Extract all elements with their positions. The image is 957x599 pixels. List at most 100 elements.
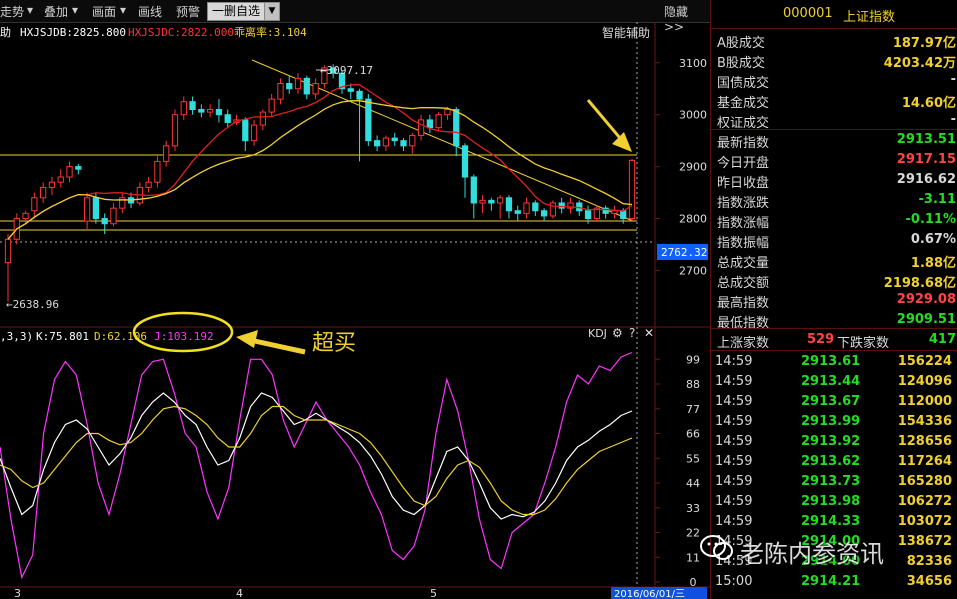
menu-trend[interactable]: 走势 bbox=[0, 3, 24, 20]
candle-body bbox=[312, 83, 319, 95]
tick-price: 2913.67 bbox=[801, 394, 861, 409]
stat-label: 指数振幅 bbox=[717, 236, 770, 251]
stat-label: 昨日收盘 bbox=[717, 176, 770, 191]
gear-icon[interactable]: ⚙ bbox=[612, 326, 623, 340]
stock-chart[interactable]: 助 HXJSJDB:2825.800 HXJSJDC:2822.000 乖离率:… bbox=[0, 22, 710, 599]
chevron-down-icon[interactable]: ▾ bbox=[72, 3, 78, 17]
tick-volume: 165280 bbox=[897, 474, 952, 489]
stat-label: 最新指数 bbox=[717, 136, 770, 151]
tick-row: 14:59 2913.44 124096 bbox=[711, 372, 957, 392]
stat-value: - bbox=[950, 112, 956, 127]
candle-body bbox=[479, 199, 486, 204]
ma-label-prefix: 助 bbox=[0, 25, 11, 39]
close-icon[interactable]: ✕ bbox=[644, 326, 654, 340]
menu-alert[interactable]: 预警 bbox=[176, 3, 200, 20]
arrow-annotation-price bbox=[586, 99, 632, 152]
candle-body bbox=[628, 159, 636, 220]
x-label-3: 3 bbox=[14, 587, 21, 599]
tick-row: 14:59 2913.92 128656 bbox=[711, 432, 957, 452]
stat-value: 2909.51 bbox=[896, 312, 956, 327]
kdj-j: J:103.192 bbox=[154, 330, 214, 343]
candle-body bbox=[277, 83, 284, 100]
chevron-down-icon[interactable]: ▾ bbox=[27, 3, 33, 17]
watermark-text: 老陈内参资讯 bbox=[740, 540, 884, 568]
index-name: 上证指数 bbox=[843, 10, 896, 25]
tick-row: 14:59 2913.61 156224 bbox=[711, 352, 957, 372]
kdj-tick-label: 55 bbox=[686, 452, 700, 465]
kdj-line-d bbox=[0, 405, 633, 516]
candle-body bbox=[110, 207, 117, 225]
kdj-name: KDJ bbox=[588, 327, 607, 340]
price-tick-label: 2800 bbox=[679, 213, 707, 226]
candle-body bbox=[382, 137, 390, 147]
stat-row: 权证成交 - bbox=[711, 110, 957, 131]
price-tick-label: 2900 bbox=[679, 161, 707, 174]
delete-favorite-button[interactable]: 一删自选 bbox=[207, 2, 265, 21]
up-count: 529 bbox=[807, 332, 835, 347]
help-icon[interactable]: ? bbox=[629, 326, 635, 340]
kdj-k: K:75.801 bbox=[36, 330, 89, 343]
tick-price: 2913.99 bbox=[801, 414, 861, 429]
divider bbox=[711, 328, 957, 329]
kdj-tick-label: 44 bbox=[686, 477, 700, 490]
stat-label: 指数涨跌 bbox=[717, 196, 770, 211]
stat-label: 指数涨幅 bbox=[717, 216, 770, 231]
menu-draw-line[interactable]: 画线 bbox=[138, 3, 162, 20]
candle-body bbox=[215, 109, 223, 116]
candle-body bbox=[224, 114, 231, 123]
stat-row: 基金成交 14.60亿 bbox=[711, 90, 957, 111]
stat-value: 1.88亿 bbox=[910, 256, 956, 271]
candle-body bbox=[470, 176, 477, 204]
candle-body bbox=[426, 119, 433, 129]
candle-body bbox=[198, 109, 205, 113]
stat-row: 最新指数 2913.51 bbox=[711, 130, 957, 151]
tick-time: 14:59 bbox=[715, 354, 753, 369]
up-count-label: 上涨家数 bbox=[717, 336, 770, 351]
kdj-tick-label: 99 bbox=[686, 353, 700, 366]
candle-body bbox=[242, 119, 249, 142]
candle-body bbox=[391, 137, 398, 142]
candle-body bbox=[373, 140, 381, 147]
candle-body bbox=[514, 210, 521, 214]
stat-value: 2198.68亿 bbox=[883, 276, 956, 291]
kdj-legend: ,3,3) K:75.801 D:62.106 J:103.192 bbox=[0, 330, 214, 343]
stat-row: 国债成交 - bbox=[711, 70, 957, 91]
kdj-tick-label: 11 bbox=[686, 551, 700, 564]
tick-row: 14:59 2914.33 103072 bbox=[711, 512, 957, 532]
ma-label-jdb: HXJSJDB:2825.800 bbox=[20, 26, 126, 39]
current-price-label: 2762.32 bbox=[661, 246, 707, 259]
candle-body bbox=[461, 145, 469, 178]
high-label: ←3097.17 bbox=[320, 64, 373, 77]
candle-body bbox=[444, 109, 451, 116]
price-tick-label: 3000 bbox=[679, 109, 707, 122]
chevron-down-icon[interactable]: ▼ bbox=[264, 2, 280, 21]
candle-body bbox=[163, 145, 170, 162]
tick-time: 14:59 bbox=[715, 474, 753, 489]
price-tick-label: 3100 bbox=[679, 57, 707, 70]
stat-label: 总成交额 bbox=[717, 276, 770, 291]
candle-body bbox=[31, 197, 38, 212]
kdj-line-j bbox=[0, 351, 633, 580]
tick-volume: 117264 bbox=[897, 454, 952, 469]
tick-row: 14:59 2913.62 117264 bbox=[711, 452, 957, 472]
tick-time: 14:59 bbox=[715, 374, 753, 389]
down-count: 417 bbox=[928, 332, 956, 347]
candle-body bbox=[347, 88, 354, 92]
stat-value: 4203.42万 bbox=[883, 56, 956, 71]
tick-time: 14:59 bbox=[715, 434, 753, 449]
candle-body bbox=[540, 210, 548, 217]
candle-body bbox=[294, 77, 302, 90]
down-count-label: 下跌家数 bbox=[837, 336, 890, 351]
tick-time: 14:59 bbox=[715, 494, 753, 509]
menu-screen[interactable]: 画面 bbox=[92, 3, 116, 20]
candle-body bbox=[497, 197, 504, 204]
x-label-4: 4 bbox=[236, 587, 243, 599]
menu-overlay[interactable]: 叠加 bbox=[44, 3, 68, 20]
stat-row: 总成交额 2198.68亿 bbox=[711, 270, 957, 291]
x-label-5: 5 bbox=[430, 587, 437, 599]
chevron-down-icon[interactable]: ▾ bbox=[120, 3, 126, 17]
stat-value: -3.11 bbox=[918, 192, 956, 207]
index-code: 000001 bbox=[783, 6, 833, 21]
kdj-tick-label: 66 bbox=[686, 428, 700, 441]
candle-body bbox=[250, 124, 258, 142]
